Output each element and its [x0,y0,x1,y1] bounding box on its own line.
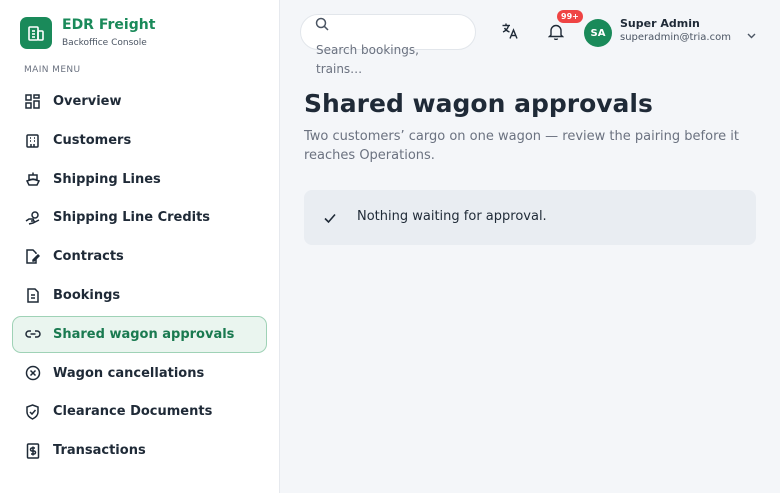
brand-name: EDR Freight [62,17,156,33]
sidebar-item-label: Shared wagon approvals [53,326,235,342]
building-icon [24,132,41,149]
brand[interactable]: EDR Freight Backoffice Console [20,16,155,50]
user-name[interactable]: Super Admin [620,17,700,30]
link-icon [24,326,41,343]
sidebar-item-label: Overview [53,94,122,109]
sidebar-item-contracts[interactable]: Contracts [12,238,267,275]
main-menu: Overview Customers Shipping Lines Shippi… [12,83,267,471]
translate-button[interactable] [499,22,521,44]
search-icon [315,16,329,35]
hand-coins-icon [24,209,41,226]
search-placeholder: Search bookings, trains… [316,43,419,76]
sidebar-item-label: Transactions [53,443,146,459]
sidebar-item-bookings[interactable]: Bookings [12,277,267,314]
sidebar-item-overview[interactable]: Overview [12,83,267,120]
empty-state-card: Nothing waiting for approval. [304,190,756,245]
sidebar-item-label: Shipping Lines [53,171,161,187]
sidebar-item-wagon-cancellations[interactable]: Wagon cancellations [12,355,267,392]
sidebar-item-label: Contracts [53,249,124,265]
notifications-button[interactable] [545,22,567,44]
sidebar-item-transactions[interactable]: Transactions [12,432,267,469]
document-icon [24,287,41,304]
search-input[interactable]: Search bookings, trains… [300,14,476,76]
ship-icon [24,171,41,188]
empty-state-message: Nothing waiting for approval. [357,209,547,224]
sidebar-item-label: Shipping Line Credits [53,210,211,226]
menu-section-header: MAIN MENU [24,65,81,75]
sidebar-item-label: Customers [53,132,132,148]
user-email: superadmin@tria.com [620,32,731,43]
shield-check-icon [24,403,41,420]
brand-subtitle: Backoffice Console [62,38,147,48]
sidebar-item-shipping-line-credits[interactable]: Shipping Line Credits [12,199,267,236]
grid-icon [24,93,41,110]
building-logo-icon [20,17,52,49]
sidebar-item-label: Bookings [53,287,121,303]
dollar-receipt-icon [24,442,41,459]
bell-icon [547,23,565,44]
sidebar-item-clearance-documents[interactable]: Clearance Documents [12,393,267,430]
contract-icon [24,248,41,265]
chevron-down-icon[interactable] [746,26,757,45]
sidebar-item-shared-wagon-approvals[interactable]: Shared wagon approvals [12,315,267,353]
sidebar-item-shipping-lines[interactable]: Shipping Lines [12,161,267,198]
sidebar-item-label: Wagon cancellations [53,365,205,381]
sidebar-item-customers[interactable]: Customers [12,122,267,159]
sidebar-item-label: Clearance Documents [53,404,213,420]
sidebar: EDR Freight Backoffice Console MAIN MENU… [0,0,280,493]
avatar[interactable]: SA [584,19,612,47]
page-subtitle: Two customers’ cargo on one wagon — revi… [304,129,739,163]
x-circle-icon [24,365,41,382]
notification-badge: 99+ [557,10,583,23]
page-title: Shared wagon approvals [304,89,653,118]
translate-icon [501,22,519,44]
check-icon [323,210,337,229]
